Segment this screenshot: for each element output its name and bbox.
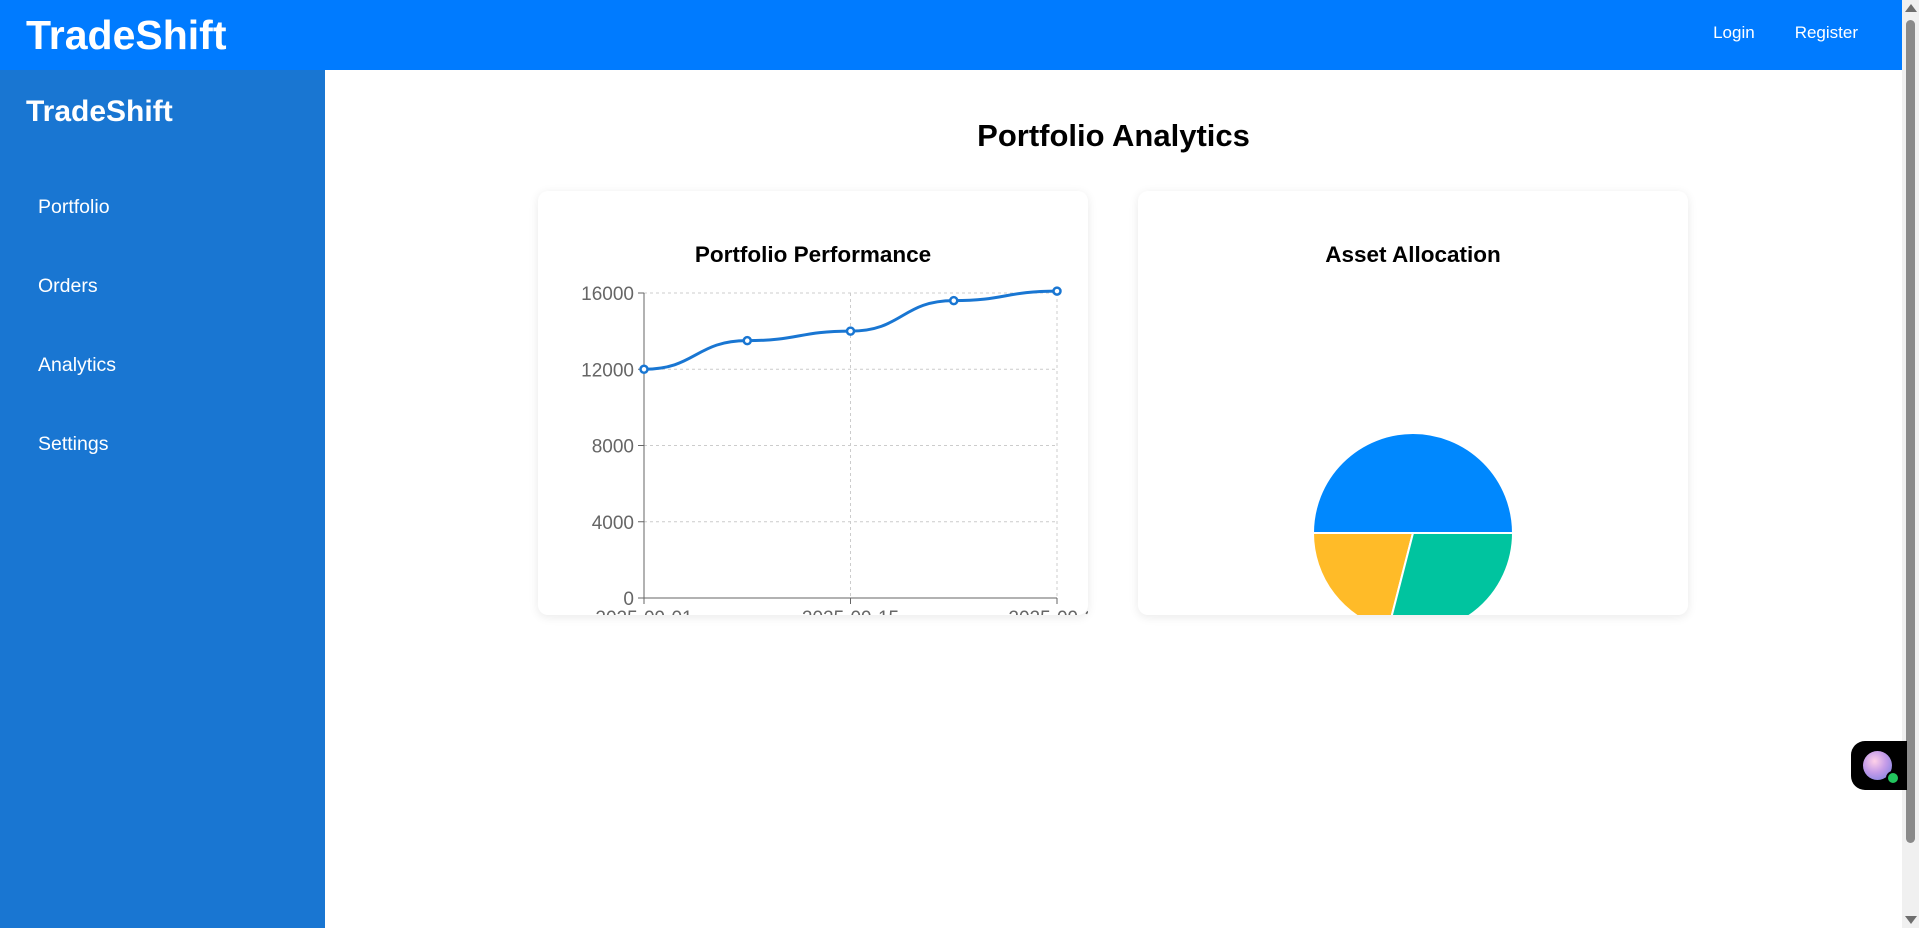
sidebar-item-settings[interactable]: Settings (0, 431, 325, 510)
scroll-up-arrow-icon[interactable] (1905, 4, 1917, 12)
top-navbar: TradeShift Login Register (0, 0, 1902, 70)
scroll-down-arrow-icon[interactable] (1905, 916, 1917, 924)
x-tick-label: 2025-09-15 (802, 608, 899, 615)
y-tick-label: 4000 (592, 513, 634, 534)
data-point (1052, 286, 1062, 296)
sidebar-item-orders[interactable]: Orders (0, 273, 325, 352)
allocation-pie-chart: BondsCryptoStocks (1311, 432, 1515, 615)
y-tick-label: 8000 (592, 437, 634, 458)
assistant-widget-button[interactable] (1851, 741, 1907, 790)
sidebar-item-portfolio[interactable]: Portfolio (0, 194, 325, 273)
sidebar-item-analytics[interactable]: Analytics (0, 352, 325, 431)
y-tick-label: 0 (623, 589, 634, 610)
top-nav: Login Register (1713, 23, 1858, 43)
performance-line-chart: 0 4000 8000 12000 16000 2025-09-01 2025-09-15 2… (581, 284, 1088, 615)
sidebar-nav: Portfolio Orders Analytics Settings (0, 194, 325, 510)
online-status-dot (1886, 771, 1900, 785)
sidebar: TradeShift Portfolio Orders Analytics Se… (0, 70, 325, 928)
data-point (639, 364, 649, 374)
allocation-card: Asset Allocation BondsCryptoStocks (1138, 191, 1688, 615)
scroll-thumb[interactable] (1906, 20, 1915, 843)
login-link[interactable]: Login (1713, 23, 1755, 43)
y-tick-label: 12000 (581, 360, 634, 381)
register-link[interactable]: Register (1795, 23, 1858, 43)
data-point (845, 326, 856, 336)
navbar-brand[interactable]: TradeShift (26, 12, 226, 58)
sidebar-brand: TradeShift (26, 95, 173, 128)
page-title: Portfolio Analytics (977, 118, 1250, 153)
main-content: Portfolio Analytics Portfolio Performanc… (325, 70, 1902, 928)
data-point (742, 335, 752, 346)
x-tick-label: 2025-09-01 (595, 608, 692, 615)
x-tick-label: 2025-09-29 (1008, 608, 1088, 615)
pie-slice-stocks (1311, 432, 1515, 534)
data-point (949, 295, 959, 306)
y-tick-label: 16000 (581, 284, 634, 305)
performance-card: Portfolio Performance 0 4000 8000 12000 1600… (538, 191, 1088, 615)
